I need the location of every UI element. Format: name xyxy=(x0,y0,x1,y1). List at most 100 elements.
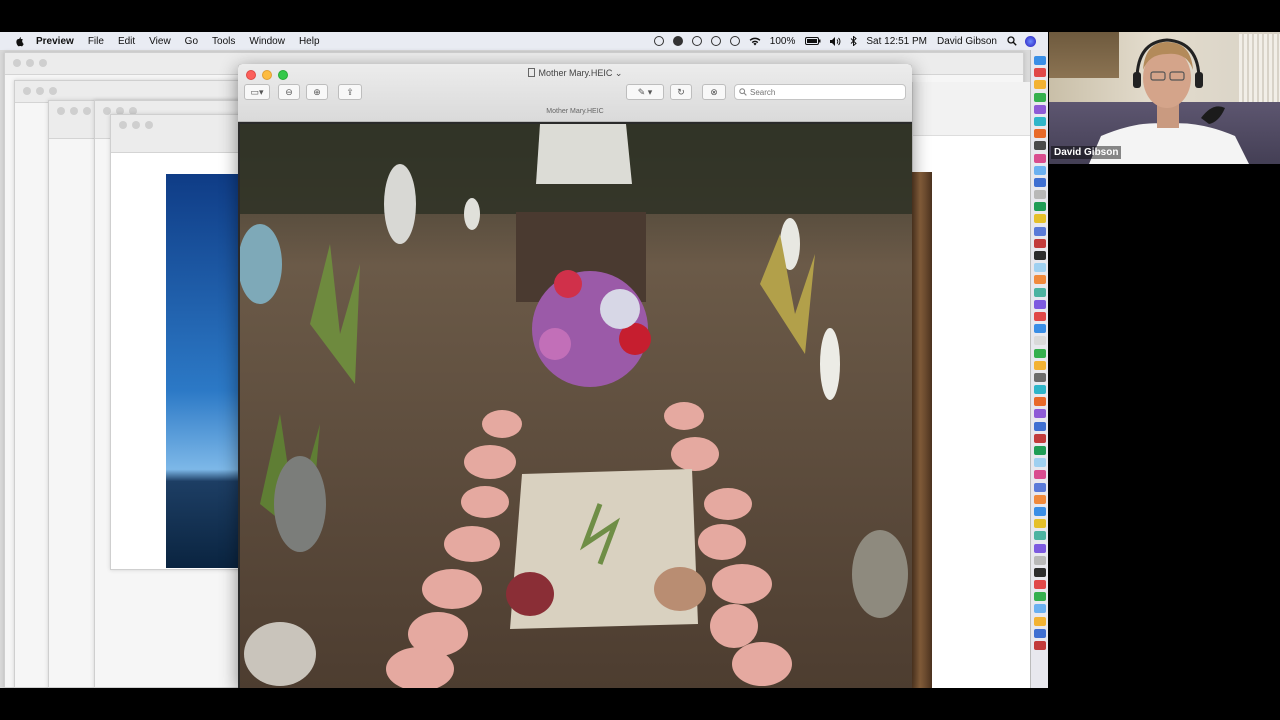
dock-app-icon[interactable] xyxy=(1033,348,1046,358)
dock-app-icon[interactable] xyxy=(1033,458,1046,468)
status-area: 100% Sat 12:51 PM David Gibson xyxy=(653,35,1048,47)
dock-app-icon[interactable] xyxy=(1033,555,1046,565)
dock-app-icon[interactable] xyxy=(1033,506,1046,516)
dock-app-icon[interactable] xyxy=(1033,580,1046,590)
window-controls[interactable] xyxy=(13,59,47,67)
dock-app-icon[interactable] xyxy=(1033,543,1046,553)
dock-app-icon[interactable] xyxy=(1033,56,1046,65)
menu-edit[interactable]: Edit xyxy=(118,36,135,47)
dock-app-icon[interactable] xyxy=(1033,604,1046,614)
dock-app-icon[interactable] xyxy=(1033,177,1046,187)
menu-user-name[interactable]: David Gibson xyxy=(937,36,997,47)
share-button[interactable]: ⇪ xyxy=(338,84,362,100)
dock-app-icon[interactable] xyxy=(1033,494,1046,504)
preview-toolbar: Mother Mary.HEIC ⌄ ▭▾ ⊖ ⊕ ⇪ ✎ ▾ ↻ ⊗ Sear… xyxy=(238,64,912,122)
document-subtitle: Mother Mary.HEIC xyxy=(546,108,604,115)
sidebar-toggle-button[interactable]: ▭▾ xyxy=(244,84,270,100)
dock-app-icon[interactable] xyxy=(1033,372,1046,382)
dock-app-icon[interactable] xyxy=(1033,324,1046,334)
background-photo-edge xyxy=(912,172,932,688)
dock-app-icon[interactable] xyxy=(1033,433,1046,443)
window-toolbar xyxy=(913,82,1030,136)
dock-app-icon[interactable] xyxy=(1033,360,1046,370)
dock-app-icon[interactable] xyxy=(1033,287,1046,297)
dock-app-icon[interactable] xyxy=(1033,470,1046,480)
webcam-video-tile[interactable]: David Gibson xyxy=(1049,32,1280,164)
dock-app-icon[interactable] xyxy=(1033,482,1046,492)
dock-app-icon[interactable] xyxy=(1033,299,1046,309)
dock-app-icon[interactable] xyxy=(1033,141,1046,151)
dock-app-icon[interactable] xyxy=(1033,446,1046,455)
status-item-icon[interactable] xyxy=(691,36,702,46)
dock-app-icon[interactable] xyxy=(1033,104,1046,114)
dock-app-icon[interactable] xyxy=(1033,397,1046,407)
volume-icon[interactable] xyxy=(830,36,841,46)
dock-app-icon[interactable] xyxy=(1033,531,1046,541)
menu-bar: Preview File Edit View Go Tools Window H… xyxy=(0,32,1048,50)
dock-app-icon[interactable] xyxy=(1033,190,1046,200)
dock-app-icon[interactable] xyxy=(1033,116,1046,126)
menu-app-preview[interactable]: Preview xyxy=(36,36,74,47)
dock-app-icon[interactable] xyxy=(1033,275,1046,285)
dock-app-icon[interactable] xyxy=(1033,519,1046,529)
search-icon xyxy=(739,88,747,96)
clock-history-icon[interactable] xyxy=(729,36,740,46)
menu-go[interactable]: Go xyxy=(185,36,198,47)
dock-app-icon[interactable] xyxy=(1033,385,1046,395)
menu-help[interactable]: Help xyxy=(299,36,320,47)
garden-shrine-photo xyxy=(240,124,912,688)
window-controls[interactable] xyxy=(119,121,153,129)
zoom-out-icon: ⊖ xyxy=(285,86,293,97)
menu-window[interactable]: Window xyxy=(249,36,285,47)
chevron-down-icon[interactable]: ⌄ xyxy=(612,68,623,78)
dock-app-icon[interactable] xyxy=(1033,628,1046,638)
dock-app-icon[interactable] xyxy=(1033,641,1046,650)
spotlight-search-icon[interactable] xyxy=(1007,36,1017,46)
dock-app-icon[interactable] xyxy=(1033,567,1046,577)
photo-canvas xyxy=(240,124,912,688)
dock-app-icon[interactable] xyxy=(1033,153,1046,163)
search-field[interactable] xyxy=(734,84,906,100)
markup-toolbar-button[interactable]: ⊗ xyxy=(702,84,726,100)
dock-app-icon[interactable] xyxy=(1033,616,1046,626)
markup-button[interactable]: ✎ ▾ xyxy=(626,84,664,100)
rotate-button[interactable]: ↻ xyxy=(670,84,692,100)
dock-app-icon[interactable] xyxy=(1033,202,1046,212)
dock-app-icon[interactable] xyxy=(1033,80,1046,90)
menu-file[interactable]: File xyxy=(88,36,104,47)
siri-icon[interactable] xyxy=(1025,35,1036,47)
window-controls[interactable] xyxy=(23,87,57,95)
menu-view[interactable]: View xyxy=(149,36,171,47)
menu-clock[interactable]: Sat 12:51 PM xyxy=(866,36,927,47)
dock-app-icon[interactable] xyxy=(1033,263,1046,273)
wifi-icon[interactable] xyxy=(749,37,761,46)
status-item-icon[interactable] xyxy=(653,36,664,46)
zoom-in-icon: ⊕ xyxy=(313,86,321,97)
bluetooth-icon[interactable] xyxy=(850,36,858,46)
dock-app-icon[interactable] xyxy=(1033,251,1046,260)
dock-app-icon[interactable] xyxy=(1033,68,1046,78)
dock-app-icon[interactable] xyxy=(1033,129,1046,139)
dock-app-icon[interactable] xyxy=(1033,92,1046,102)
dock-app-icon[interactable] xyxy=(1033,336,1046,346)
window-controls[interactable] xyxy=(57,107,91,115)
window-title-text: Mother Mary.HEIC xyxy=(538,68,613,78)
preview-window[interactable]: Mother Mary.HEIC ⌄ ▭▾ ⊖ ⊕ ⇪ ✎ ▾ ↻ ⊗ Sear… xyxy=(238,64,912,688)
menu-tools[interactable]: Tools xyxy=(212,36,235,47)
shared-screen: Preview File Edit View Go Tools Window H… xyxy=(0,32,1048,688)
dock-app-icon[interactable] xyxy=(1033,165,1046,175)
status-item-icon[interactable] xyxy=(672,36,683,46)
dock-app-icon[interactable] xyxy=(1033,592,1046,602)
dock-app-icon[interactable] xyxy=(1033,421,1046,431)
zoom-out-button[interactable]: ⊖ xyxy=(278,84,300,100)
dock-app-icon[interactable] xyxy=(1033,238,1046,248)
status-item-icon[interactable] xyxy=(710,36,721,46)
dock-app-icon[interactable] xyxy=(1033,311,1046,321)
search-input[interactable] xyxy=(750,87,890,97)
apple-menu-icon[interactable] xyxy=(14,35,26,47)
dock-app-icon[interactable] xyxy=(1033,214,1046,224)
dock-app-icon[interactable] xyxy=(1033,409,1046,419)
battery-icon[interactable] xyxy=(805,37,821,45)
zoom-in-button[interactable]: ⊕ xyxy=(306,84,328,100)
dock-app-icon[interactable] xyxy=(1033,226,1046,236)
